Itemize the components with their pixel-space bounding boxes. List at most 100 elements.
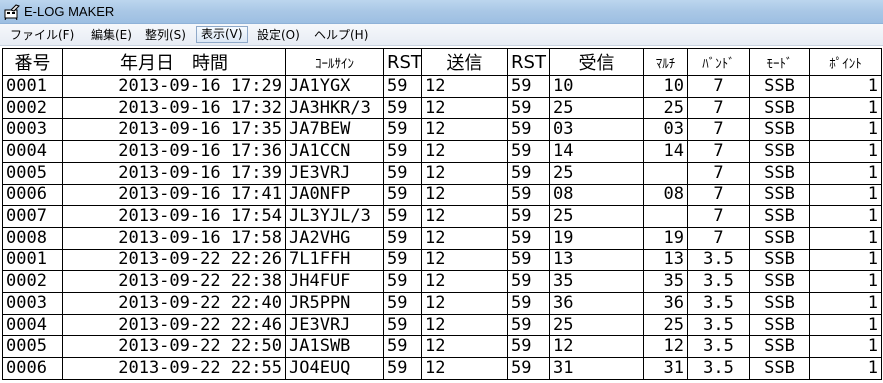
cell-number[interactable]: 0001 xyxy=(2,248,63,272)
table-row[interactable]: 0001 2013-09-16 17:29 JA1YGX 59 12 59 10 10 7 SSB… xyxy=(2,75,882,98)
cell-datetime[interactable]: 2013-09-22 22:40 xyxy=(62,292,286,315)
cell-number[interactable]: 0003 xyxy=(2,118,63,142)
cell-received[interactable]: 31 xyxy=(549,357,644,380)
cell-rst-sent[interactable]: 59 xyxy=(383,313,422,337)
cell-point[interactable]: 1 xyxy=(809,357,882,380)
cell-callsign[interactable]: JA3HKR/3 xyxy=(285,96,384,120)
cell-band[interactable]: 3.5 xyxy=(687,248,750,272)
cell-band[interactable]: 7 xyxy=(687,75,750,98)
cell-datetime[interactable]: 2013-09-16 17:36 xyxy=(62,140,286,163)
cell-rst-rcvd[interactable]: 59 xyxy=(507,161,550,185)
cell-multi[interactable]: 08 xyxy=(643,183,688,207)
cell-rst-sent[interactable]: 59 xyxy=(383,161,422,185)
cell-callsign[interactable]: 7L1FFH xyxy=(285,248,384,272)
cell-datetime[interactable]: 2013-09-22 22:26 xyxy=(62,248,286,272)
cell-received[interactable]: 10 xyxy=(549,75,644,98)
col-header-received[interactable]: 受信 xyxy=(549,48,644,76)
cell-band[interactable]: 3.5 xyxy=(687,292,750,315)
cell-band[interactable]: 3.5 xyxy=(687,335,750,359)
cell-mode[interactable]: SSB xyxy=(749,205,810,228)
cell-number[interactable]: 0004 xyxy=(2,140,63,163)
cell-multi[interactable]: 36 xyxy=(643,292,688,315)
cell-number[interactable]: 0004 xyxy=(2,313,63,337)
col-header-rst-sent[interactable]: RST xyxy=(383,48,422,76)
menu-edit[interactable]: 編集(E) xyxy=(87,26,136,43)
cell-rst-sent[interactable]: 59 xyxy=(383,270,422,294)
cell-mode[interactable]: SSB xyxy=(749,292,810,315)
cell-callsign[interactable]: JA2VHG xyxy=(285,226,384,250)
cell-datetime[interactable]: 2013-09-16 17:29 xyxy=(62,75,286,98)
cell-rst-sent[interactable]: 59 xyxy=(383,292,422,315)
cell-point[interactable]: 1 xyxy=(809,118,882,142)
cell-point[interactable]: 1 xyxy=(809,335,882,359)
cell-datetime[interactable]: 2013-09-22 22:46 xyxy=(62,313,286,337)
cell-number[interactable]: 0002 xyxy=(2,270,63,294)
cell-mode[interactable]: SSB xyxy=(749,118,810,142)
cell-multi[interactable]: 25 xyxy=(643,313,688,337)
col-header-point[interactable]: ﾎﾟｲﾝﾄ xyxy=(809,48,882,76)
cell-band[interactable]: 3.5 xyxy=(687,357,750,380)
cell-callsign[interactable]: JA1YGX xyxy=(285,75,384,98)
cell-sent[interactable]: 12 xyxy=(421,96,508,120)
cell-mode[interactable]: SSB xyxy=(749,248,810,272)
cell-point[interactable]: 1 xyxy=(809,140,882,163)
cell-point[interactable]: 1 xyxy=(809,161,882,185)
cell-rst-sent[interactable]: 59 xyxy=(383,118,422,142)
cell-multi[interactable]: 31 xyxy=(643,357,688,380)
col-header-rst-rcvd[interactable]: RST xyxy=(507,48,550,76)
cell-band[interactable]: 7 xyxy=(687,140,750,163)
cell-received[interactable]: 13 xyxy=(549,248,644,272)
table-row[interactable]: 0006 2013-09-22 22:55 JO4EUQ 59 12 59 31 31 3.5 S… xyxy=(2,357,882,380)
cell-multi[interactable]: 25 xyxy=(643,96,688,120)
cell-rst-sent[interactable]: 59 xyxy=(383,75,422,98)
menu-settings[interactable]: 設定(O) xyxy=(253,26,304,43)
cell-datetime[interactable]: 2013-09-16 17:58 xyxy=(62,226,286,250)
col-header-datetime[interactable]: 年月日 時間 xyxy=(62,48,286,76)
cell-datetime[interactable]: 2013-09-22 22:38 xyxy=(62,270,286,294)
cell-received[interactable]: 14 xyxy=(549,140,644,163)
cell-datetime[interactable]: 2013-09-16 17:39 xyxy=(62,161,286,185)
cell-received[interactable]: 36 xyxy=(549,292,644,315)
table-row[interactable]: 0001 2013-09-22 22:26 7L1FFH 59 12 59 13 13 3.5 S… xyxy=(2,248,882,272)
cell-rst-rcvd[interactable]: 59 xyxy=(507,118,550,142)
cell-band[interactable]: 7 xyxy=(687,161,750,185)
cell-rst-sent[interactable]: 59 xyxy=(383,248,422,272)
cell-sent[interactable]: 12 xyxy=(421,313,508,337)
cell-rst-sent[interactable]: 59 xyxy=(383,357,422,380)
col-header-mode[interactable]: ﾓｰﾄﾞ xyxy=(749,48,810,76)
cell-sent[interactable]: 12 xyxy=(421,292,508,315)
cell-sent[interactable]: 12 xyxy=(421,183,508,207)
cell-sent[interactable]: 12 xyxy=(421,270,508,294)
cell-datetime[interactable]: 2013-09-16 17:41 xyxy=(62,183,286,207)
cell-rst-rcvd[interactable]: 59 xyxy=(507,357,550,380)
cell-rst-rcvd[interactable]: 59 xyxy=(507,248,550,272)
table-row[interactable]: 0006 2013-09-16 17:41 JA0NFP 59 12 59 08 08 7 SSB… xyxy=(2,183,882,207)
cell-rst-sent[interactable]: 59 xyxy=(383,96,422,120)
cell-point[interactable]: 1 xyxy=(809,292,882,315)
table-row[interactable]: 0004 2013-09-16 17:36 JA1CCN 59 12 59 14 14 7 SSB… xyxy=(2,140,882,163)
cell-callsign[interactable]: JO4EUQ xyxy=(285,357,384,380)
cell-mode[interactable]: SSB xyxy=(749,75,810,98)
cell-received[interactable]: 25 xyxy=(549,205,644,228)
cell-rst-sent[interactable]: 59 xyxy=(383,205,422,228)
cell-multi[interactable]: 03 xyxy=(643,118,688,142)
cell-mode[interactable]: SSB xyxy=(749,357,810,380)
cell-multi[interactable]: 12 xyxy=(643,335,688,359)
cell-rst-rcvd[interactable]: 59 xyxy=(507,226,550,250)
cell-callsign[interactable]: JL3YJL/3 xyxy=(285,205,384,228)
cell-point[interactable]: 1 xyxy=(809,226,882,250)
cell-sent[interactable]: 12 xyxy=(421,118,508,142)
cell-mode[interactable]: SSB xyxy=(749,226,810,250)
cell-mode[interactable]: SSB xyxy=(749,313,810,337)
table-row[interactable]: 0008 2013-09-16 17:58 JA2VHG 59 12 59 19 19 7 SSB… xyxy=(2,226,882,250)
cell-received[interactable]: 19 xyxy=(549,226,644,250)
cell-point[interactable]: 1 xyxy=(809,75,882,98)
cell-point[interactable]: 1 xyxy=(809,96,882,120)
cell-callsign[interactable]: JE3VRJ xyxy=(285,161,384,185)
cell-number[interactable]: 0002 xyxy=(2,96,63,120)
menu-file[interactable]: ファイル(F) xyxy=(6,26,78,43)
cell-number[interactable]: 0008 xyxy=(2,226,63,250)
cell-band[interactable]: 3.5 xyxy=(687,313,750,337)
cell-received[interactable]: 08 xyxy=(549,183,644,207)
cell-sent[interactable]: 12 xyxy=(421,248,508,272)
